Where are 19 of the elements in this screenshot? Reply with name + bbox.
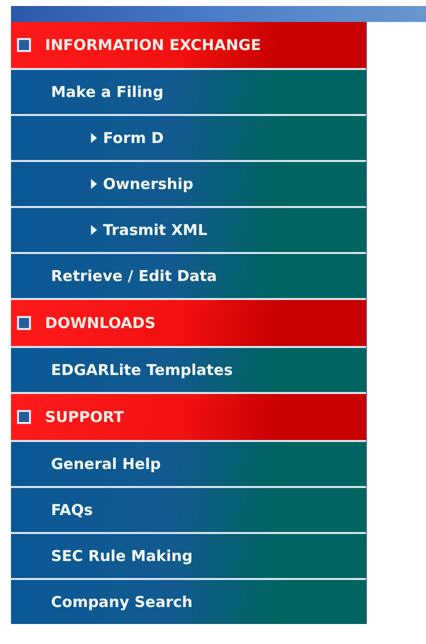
menu-link[interactable]: Trasmit XML xyxy=(11,208,366,252)
menu-link[interactable]: General Help xyxy=(11,442,366,486)
menu-link[interactable]: Ownership xyxy=(11,162,366,206)
menu-link[interactable]: Make a Filing xyxy=(11,70,366,114)
caret-icon xyxy=(91,179,97,189)
menu-link[interactable]: Company Search xyxy=(11,580,366,624)
square-icon xyxy=(17,316,31,330)
menu-link[interactable]: EDGARLite Templates xyxy=(11,348,366,392)
menu-link[interactable]: FAQs xyxy=(11,488,366,532)
caret-icon xyxy=(91,225,97,235)
section-header: SUPPORT xyxy=(11,394,366,440)
section-header: DOWNLOADS xyxy=(11,300,366,346)
menu-link[interactable]: SEC Rule Making xyxy=(11,534,366,578)
square-icon xyxy=(17,410,31,424)
caret-icon xyxy=(91,133,97,143)
menu-link[interactable]: Form D xyxy=(11,116,366,160)
menu-link[interactable]: Retrieve / Edit Data xyxy=(11,254,366,298)
section-header: INFORMATION EXCHANGE xyxy=(11,22,366,68)
square-icon xyxy=(17,38,31,52)
